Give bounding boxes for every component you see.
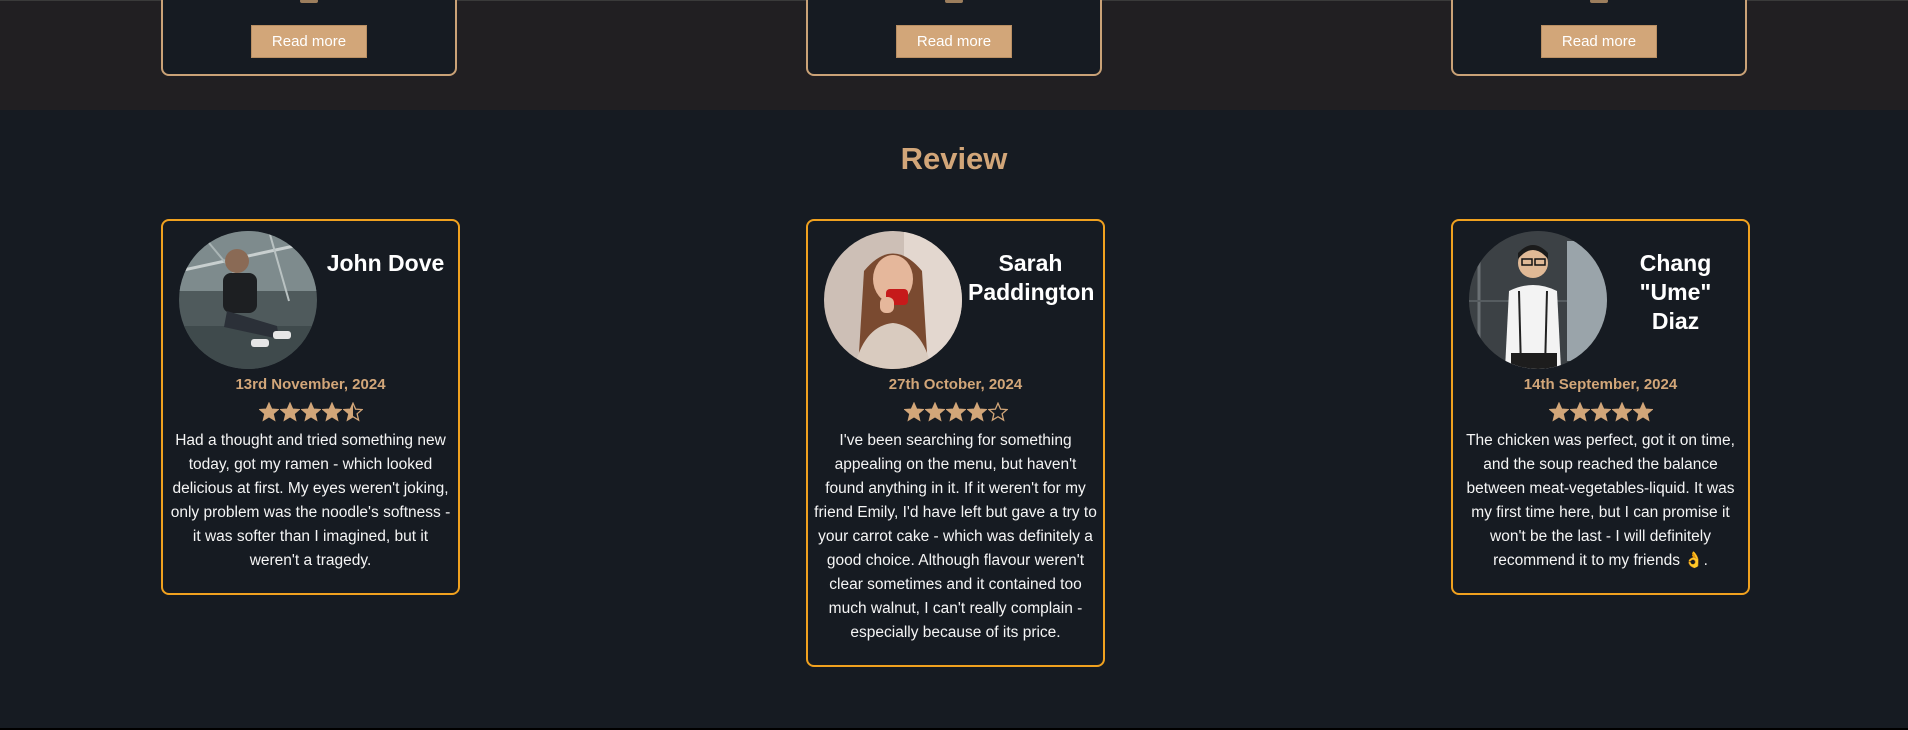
review-text: The chicken was perfect, got it on time,… [1466,432,1735,569]
star-full-icon [1590,402,1611,422]
review-date: 14th September, 2024 [1523,376,1678,393]
review-date: 27th October, 2024 [888,376,1023,393]
star-rating [808,402,1103,422]
review-text: I've been searching for something appeal… [814,432,1097,641]
star-full-icon [924,402,945,422]
star-empty-icon [987,402,1008,422]
read-more-button[interactable]: Read more [251,25,367,58]
star-rating [1453,402,1748,422]
menu-section-bottom: Read more Read more Read more [0,0,1908,110]
star-half-icon [342,402,363,422]
menu-card: Read more [161,0,457,76]
menu-card: Read more [1451,0,1747,76]
star-full-icon [321,402,342,422]
menu-card: Read more [806,0,1102,76]
star-full-icon [966,402,987,422]
read-more-button[interactable]: Read more [1541,25,1657,58]
review-card: Sarah Paddington 27th October, 2024 I've… [806,219,1105,667]
avatar [1469,231,1607,369]
star-full-icon [945,402,966,422]
reviewer-name: John Dove [326,250,445,276]
read-more-button[interactable]: Read more [896,25,1012,58]
star-full-icon [279,402,300,422]
star-rating [163,402,458,422]
text-fragment [945,0,963,3]
review-card: John Dove 13rd November, 2024 Had a thou… [161,219,460,595]
star-full-icon [1548,402,1569,422]
section-title: Review [900,141,1008,176]
star-full-icon [1569,402,1590,422]
text-fragment [300,0,318,3]
reviewer-name: Chang "Ume" Diaz [1639,250,1712,334]
star-full-icon [300,402,321,422]
star-full-icon [258,402,279,422]
review-text: Had a thought and tried something new to… [170,432,451,569]
review-date: 13rd November, 2024 [235,376,386,393]
star-full-icon [903,402,924,422]
star-full-icon [1632,402,1653,422]
reviewer-name: Sarah Paddington [968,250,1095,305]
avatar [179,231,317,369]
review-card: Chang "Ume" Diaz 14th September, 2024 Th… [1451,219,1750,595]
avatar [824,231,962,369]
star-full-icon [1611,402,1632,422]
text-fragment [1590,0,1608,3]
